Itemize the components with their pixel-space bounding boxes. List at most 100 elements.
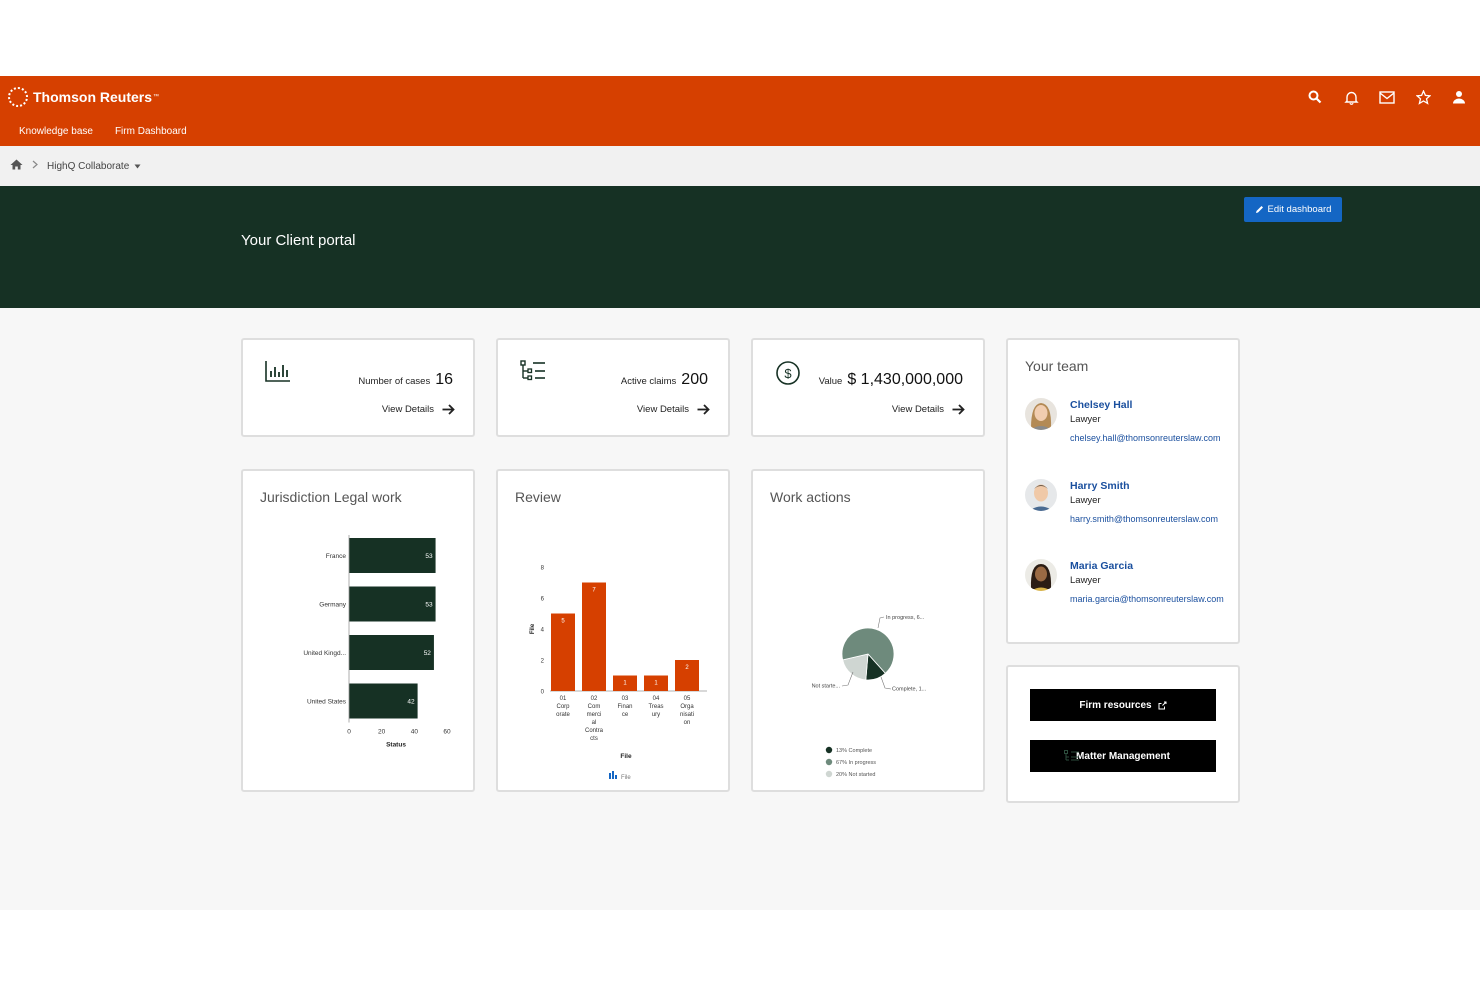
team-member: Maria Garcia Lawyer maria.garcia@thomson… <box>1025 559 1228 607</box>
avatar <box>1025 398 1057 430</box>
brand-logo[interactable]: Thomson Reuters ™ <box>8 87 159 107</box>
chart-title: Review <box>515 489 561 505</box>
list-tree-icon <box>1064 750 1079 761</box>
category-label: Germany <box>319 602 346 609</box>
legend-icon <box>825 770 833 778</box>
data-label: 52 <box>424 650 432 657</box>
firm-resources-label: Firm resources <box>1079 699 1152 711</box>
member-name[interactable]: Maria Garcia <box>1070 560 1228 572</box>
bar <box>582 582 606 691</box>
legend-icon-bar <box>612 771 614 779</box>
tick-label: 20 <box>378 729 386 736</box>
stat-card-value: $ Value $ 1,430,000,000 View Details <box>751 338 985 437</box>
jurisdiction-chart: France 53 Germany 53 United Kingd... 52 United… <box>303 535 451 749</box>
bar-chart-icon <box>265 360 291 387</box>
tick-label: 40 <box>411 729 419 736</box>
stat-value: 16 <box>435 371 453 388</box>
thomson-reuters-logo-icon <box>8 87 28 107</box>
work-actions-card: Work actions In progress, 6... Complete, … <box>751 469 985 792</box>
stat-card-cases: Number of cases 16 View Details <box>241 338 475 437</box>
member-email[interactable]: chelsey.hall@thomsonreuterslaw.com <box>1070 431 1228 446</box>
chevron-right-icon <box>32 160 38 172</box>
view-details-label: View Details <box>636 404 689 415</box>
view-details-link[interactable]: View Details <box>637 404 710 415</box>
axis-label: File <box>620 753 632 760</box>
legend-label: 20% Not started <box>836 772 875 778</box>
bell-icon[interactable] <box>1342 88 1360 106</box>
category-label: 03 Finan ce <box>617 696 632 718</box>
chart-title: Work actions <box>770 489 851 505</box>
your-team-card: Your team Chelsey Hall Lawyer chelsey.ha… <box>1006 338 1240 644</box>
breadcrumb: HighQ Collaborate <box>0 146 1480 186</box>
legend-icon <box>825 746 833 754</box>
arrow-right-icon <box>697 404 710 415</box>
dollar-icon: $ <box>775 360 801 391</box>
axis-label: File <box>530 623 536 634</box>
category-label: 05 Orga nisati on <box>680 696 694 726</box>
member-name[interactable]: Harry Smith <box>1070 480 1228 492</box>
callout-line <box>877 616 885 629</box>
user-icon[interactable] <box>1450 88 1468 106</box>
legend-icon <box>825 758 833 766</box>
stat-label: Number of cases <box>358 376 431 387</box>
edit-dashboard-button[interactable]: Edit dashboard <box>1244 197 1342 222</box>
category-label: France <box>326 553 347 560</box>
top-nav: Knowledge base Firm Dashboard <box>19 126 187 137</box>
app-frame: Thomson Reuters ™ Knowledge base Firm Das… <box>0 76 1480 910</box>
team-member: Chelsey Hall Lawyer chelsey.hall@thomson… <box>1025 398 1228 446</box>
avatar <box>1025 559 1057 591</box>
pencil-icon <box>1255 206 1263 213</box>
avatar <box>1025 479 1057 511</box>
tick-label: 60 <box>443 729 451 736</box>
work-actions-chart: In progress, 6... Complete, 1... Not start… <box>812 615 927 778</box>
tick-label: 8 <box>541 566 545 572</box>
legend-label: 13% Complete <box>836 748 872 754</box>
data-label: 53 <box>425 602 433 609</box>
category-label: 02 Com merci al Contra cts <box>585 696 604 742</box>
external-link-icon <box>1158 701 1167 709</box>
star-icon[interactable] <box>1414 88 1432 106</box>
tick-label: 0 <box>347 729 351 736</box>
arrow-right-icon <box>952 404 965 415</box>
category-label: 04 Treas ury <box>648 696 663 718</box>
bar <box>349 586 436 622</box>
tick-label: 6 <box>541 597 545 603</box>
caret-down-icon[interactable] <box>134 161 141 172</box>
member-name[interactable]: Chelsey Hall <box>1070 399 1228 411</box>
callout-line <box>880 676 892 690</box>
legend-icon-bar <box>609 773 611 779</box>
member-role: Lawyer <box>1070 575 1101 586</box>
stat-value: 200 <box>681 371 708 388</box>
bar <box>349 538 436 573</box>
view-details-link[interactable]: View Details <box>382 404 455 415</box>
breadcrumb-current[interactable]: HighQ Collaborate <box>47 161 129 172</box>
view-details-label: View Details <box>891 404 944 415</box>
view-details-link[interactable]: View Details <box>892 404 965 415</box>
matter-management-button[interactable]: Matter Management <box>1030 740 1216 772</box>
category-label: 01 Corp orate <box>556 696 570 718</box>
brand-tm: ™ <box>153 94 160 100</box>
category-label: United Kingd... <box>303 650 346 657</box>
mail-icon[interactable] <box>1378 88 1396 106</box>
chart-title: Jurisdiction Legal work <box>260 489 402 505</box>
data-label: 42 <box>407 699 415 706</box>
nav-firm-dashboard[interactable]: Firm Dashboard <box>115 126 187 137</box>
member-email[interactable]: maria.garcia@thomsonreuterslaw.com <box>1070 592 1228 607</box>
data-label: 53 <box>425 553 433 560</box>
callout-label: Not starte... <box>812 684 841 690</box>
callout-label: Complete, 1... <box>892 687 927 693</box>
home-icon[interactable] <box>10 159 23 173</box>
arrow-right-icon <box>442 404 455 415</box>
resources-card: Firm resources Matter Management <box>1006 665 1240 803</box>
review-chart-card: Review 0 2 4 6 8 File 5 01 Corp orate 7 02 Com merci a… <box>496 469 730 792</box>
firm-resources-button[interactable]: Firm resources <box>1030 689 1216 721</box>
bar <box>551 613 575 691</box>
nav-knowledge-base[interactable]: Knowledge base <box>19 126 93 137</box>
team-member: Harry Smith Lawyer harry.smith@thomsonre… <box>1025 479 1228 527</box>
top-header: Thomson Reuters ™ Knowledge base Firm Das… <box>0 76 1480 146</box>
search-icon[interactable] <box>1306 88 1324 106</box>
legend-label: 67% In progress <box>836 760 876 766</box>
review-chart: 02468File501 Corp orate702 Com merci al Contra… <box>530 566 707 781</box>
view-details-label: View Details <box>381 404 434 415</box>
member-email[interactable]: harry.smith@thomsonreuterslaw.com <box>1070 512 1228 527</box>
